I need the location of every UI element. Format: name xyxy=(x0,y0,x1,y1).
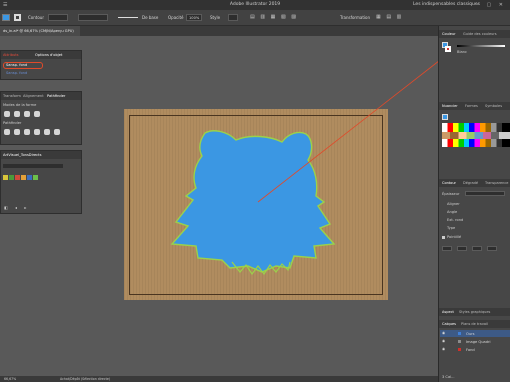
layer-name[interactable]: Ours xyxy=(466,332,474,336)
stroke-weight-input[interactable] xyxy=(465,191,505,196)
tab-guide-couleurs[interactable]: Guide des couleurs xyxy=(463,32,497,36)
tab-couleur[interactable]: Couleur xyxy=(442,32,456,36)
current-tool-status: Achat/Dépôt (Sélection directe) xyxy=(60,377,111,381)
tab-styles-graphiques[interactable]: Styles graphiques xyxy=(459,310,490,314)
layer-row[interactable]: ◉ Image Quadri xyxy=(440,338,510,345)
tab-pathfinder[interactable]: Pathfinder xyxy=(47,94,65,98)
tab-aspect[interactable]: Aspect xyxy=(442,310,454,314)
dash-field[interactable] xyxy=(442,246,452,251)
library-swatch[interactable] xyxy=(21,175,26,180)
tab-attributs[interactable]: Attributs xyxy=(3,53,19,57)
crop-icon[interactable] xyxy=(34,129,40,135)
tab-symboles[interactable]: Symboles xyxy=(485,104,502,108)
library-swatch[interactable] xyxy=(9,175,14,180)
divide-icon[interactable] xyxy=(4,129,10,135)
stroke-field-label: Angle xyxy=(447,210,458,214)
shape-modes-label: Modes de la forme xyxy=(3,103,37,107)
attributes-panel: Attributs Options d'objet Sansp. fond Sa… xyxy=(0,50,82,80)
layers-count: 3 Cal... xyxy=(442,375,455,379)
stroke-field-label: Ext. rond xyxy=(447,218,464,222)
dashed-label: Pointillé xyxy=(447,235,462,239)
pathfinder-panel: Transform Alignement Pathfinder Modes de… xyxy=(0,91,82,145)
tab-formes[interactable]: Formes xyxy=(465,104,478,108)
stroke-panel-tabs: Contour Dégradé Transparence xyxy=(439,179,510,187)
tab-nuancier[interactable]: Nuancier xyxy=(442,104,458,108)
swatch-fill-box[interactable] xyxy=(442,114,448,120)
aspect-panel-tabs: Aspect Styles graphiques xyxy=(439,308,510,316)
visibility-eye-icon[interactable]: ◉ xyxy=(442,339,445,343)
layers-panel-tabs: Calques Plans de travail xyxy=(439,320,510,328)
dashed-checkbox[interactable] xyxy=(442,236,445,239)
color-panel-tabs: Couleur Guide des couleurs xyxy=(439,30,510,38)
stroke-field-label: Type xyxy=(447,226,456,230)
library-swatch[interactable] xyxy=(3,175,8,180)
attributes-panel-tabs: Attributs Options d'objet xyxy=(1,51,81,59)
swatch-library-panel: ArtVisuel_TonsDirects ◧ ◂ ▸ xyxy=(0,150,82,214)
minus-front-icon[interactable] xyxy=(14,111,20,117)
library-footer-icons[interactable]: ◧ ◂ ▸ xyxy=(4,205,29,210)
gap-field[interactable] xyxy=(457,246,467,251)
illustrator-window: Adobe Illustrator 2019 Les indispensable… xyxy=(0,0,510,382)
tint-slider[interactable] xyxy=(457,45,505,47)
layer-color-chip xyxy=(458,339,461,343)
tab-alignement[interactable]: Alignement xyxy=(23,94,44,98)
visibility-eye-icon[interactable]: ◉ xyxy=(442,331,445,335)
swatch-grid-row-2[interactable] xyxy=(442,132,510,139)
bear-silhouette xyxy=(170,130,336,273)
attributes-row-2[interactable]: Sansp. fond xyxy=(6,71,27,75)
zoom-level[interactable]: 66,67% xyxy=(4,377,16,381)
unite-icon[interactable] xyxy=(4,111,10,117)
color-stroke-box[interactable] xyxy=(445,46,451,52)
outline-icon[interactable] xyxy=(44,129,50,135)
stroke-field-label: Aligner xyxy=(447,202,460,206)
status-bar: 66,67% Achat/Dépôt (Sélection directe) xyxy=(0,376,438,382)
layer-color-chip xyxy=(458,331,461,335)
tab-contour[interactable]: Contour xyxy=(442,181,456,185)
layer-row[interactable]: ◉ Fond xyxy=(440,346,510,353)
minus-back-icon[interactable] xyxy=(54,129,60,135)
right-panel-dock: Couleur Guide des couleurs Blanc Nuancie… xyxy=(438,26,510,382)
library-search-field[interactable] xyxy=(3,164,63,168)
tab-transparence[interactable]: Transparence xyxy=(485,181,508,185)
tab-artvisuel[interactable]: ArtVisuel_TonsDirects xyxy=(3,153,41,157)
layer-name[interactable]: Fond xyxy=(466,348,475,352)
tab-degrade[interactable]: Dégradé xyxy=(463,181,478,185)
visibility-eye-icon[interactable]: ◉ xyxy=(442,347,445,351)
gap-field[interactable] xyxy=(487,246,497,251)
swatch-library-tabs: ArtVisuel_TonsDirects xyxy=(1,151,81,159)
layer-row[interactable]: ◉ Ours xyxy=(440,330,510,337)
attributes-row-1[interactable]: Sansp. fond xyxy=(6,63,27,67)
stroke-field-label: Épaisseur xyxy=(442,192,460,196)
library-swatch[interactable] xyxy=(27,175,32,180)
library-swatch[interactable] xyxy=(15,175,20,180)
tab-calques[interactable]: Calques xyxy=(442,322,456,326)
layer-name[interactable]: Image Quadri xyxy=(466,340,490,344)
pathfinder-panel-tabs: Transform Alignement Pathfinder xyxy=(1,92,81,100)
tab-transform[interactable]: Transform xyxy=(3,94,21,98)
library-swatch[interactable] xyxy=(33,175,38,180)
swatches-panel-tabs: Nuancier Formes Symboles xyxy=(439,102,510,110)
gradient-guide-line xyxy=(257,56,445,203)
color-mode-label: Blanc xyxy=(457,50,467,54)
tab-options-objet[interactable]: Options d'objet xyxy=(35,53,62,57)
dash-field[interactable] xyxy=(472,246,482,251)
trim-icon[interactable] xyxy=(14,129,20,135)
pathfinders-label: Pathfinder xyxy=(3,121,22,125)
merge-icon[interactable] xyxy=(24,129,30,135)
intersect-icon[interactable] xyxy=(24,111,30,117)
layer-color-chip xyxy=(458,347,461,351)
exclude-icon[interactable] xyxy=(34,111,40,117)
tab-plans-travail[interactable]: Plans de travail xyxy=(461,322,488,326)
